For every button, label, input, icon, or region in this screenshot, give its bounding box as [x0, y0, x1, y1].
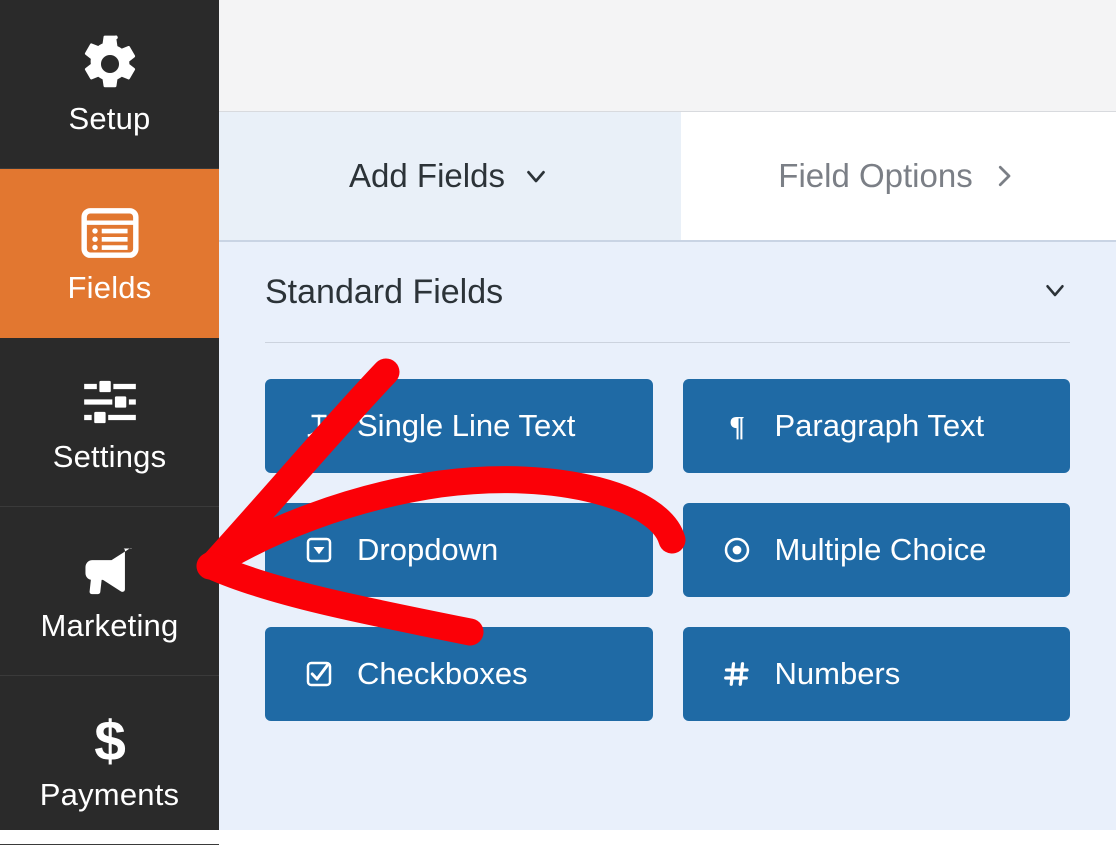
section-title: Standard Fields [265, 273, 503, 312]
check-square-icon [303, 658, 335, 690]
field-button-label: Numbers [775, 656, 901, 692]
add-fields-body: Standard Fields [219, 242, 1116, 830]
standard-fields-grid: Single Line Text ¶ Paragraph Text [265, 379, 1070, 721]
chevron-right-icon [989, 161, 1019, 191]
field-button-paragraph-text[interactable]: ¶ Paragraph Text [683, 379, 1071, 473]
sidebar-item-marketing[interactable]: Marketing [0, 507, 219, 676]
field-button-numbers[interactable]: Numbers [683, 627, 1071, 721]
sidebar-item-label: Payments [40, 779, 179, 812]
sidebar-item-payments[interactable]: $ Payments [0, 676, 219, 845]
dollar-sign-icon: $ [79, 709, 141, 771]
field-button-label: Single Line Text [357, 408, 575, 444]
tab-add-fields-label: Add Fields [349, 157, 505, 195]
section-divider [265, 342, 1070, 343]
field-button-label: Checkboxes [357, 656, 528, 692]
field-button-dropdown[interactable]: Dropdown [265, 503, 653, 597]
tab-field-options-label: Field Options [778, 157, 972, 195]
sidebar-item-label: Marketing [41, 610, 179, 643]
megaphone-icon [79, 540, 141, 602]
list-form-icon [79, 202, 141, 264]
hash-icon [721, 658, 753, 690]
builder-panel: Add Fields Field Options Standard Fiel [219, 0, 1116, 830]
field-button-label: Paragraph Text [775, 408, 985, 444]
text-width-icon [303, 410, 335, 442]
form-builder-window: Setup Fields [0, 0, 1116, 830]
svg-text:$: $ [94, 710, 126, 770]
chevron-down-icon [521, 161, 551, 191]
sidebar-nav: Setup Fields [0, 0, 219, 830]
sidebar-item-fields[interactable]: Fields [0, 169, 219, 338]
sidebar-item-label: Fields [68, 272, 152, 305]
sliders-icon [79, 371, 141, 433]
pilcrow-icon: ¶ [721, 410, 753, 442]
field-button-single-line-text[interactable]: Single Line Text [265, 379, 653, 473]
sidebar-item-setup[interactable]: Setup [0, 0, 219, 169]
builder-toolbar [219, 0, 1116, 112]
caret-square-down-icon [303, 534, 335, 566]
field-button-multiple-choice[interactable]: Multiple Choice [683, 503, 1071, 597]
sidebar-item-label: Setup [68, 103, 150, 136]
chevron-down-icon[interactable] [1040, 275, 1070, 310]
gear-icon [79, 33, 141, 95]
field-button-label: Dropdown [357, 532, 498, 568]
radio-dot-circle-icon [721, 534, 753, 566]
tab-add-fields[interactable]: Add Fields [219, 112, 681, 240]
sidebar-item-settings[interactable]: Settings [0, 338, 219, 507]
svg-text:¶: ¶ [729, 411, 745, 441]
field-button-label: Multiple Choice [775, 532, 987, 568]
sidebar-item-label: Settings [53, 441, 167, 474]
field-button-checkboxes[interactable]: Checkboxes [265, 627, 653, 721]
standard-fields-section-header[interactable]: Standard Fields [265, 242, 1070, 342]
tab-field-options[interactable]: Field Options [681, 112, 1116, 240]
panel-tabs: Add Fields Field Options [219, 112, 1116, 242]
